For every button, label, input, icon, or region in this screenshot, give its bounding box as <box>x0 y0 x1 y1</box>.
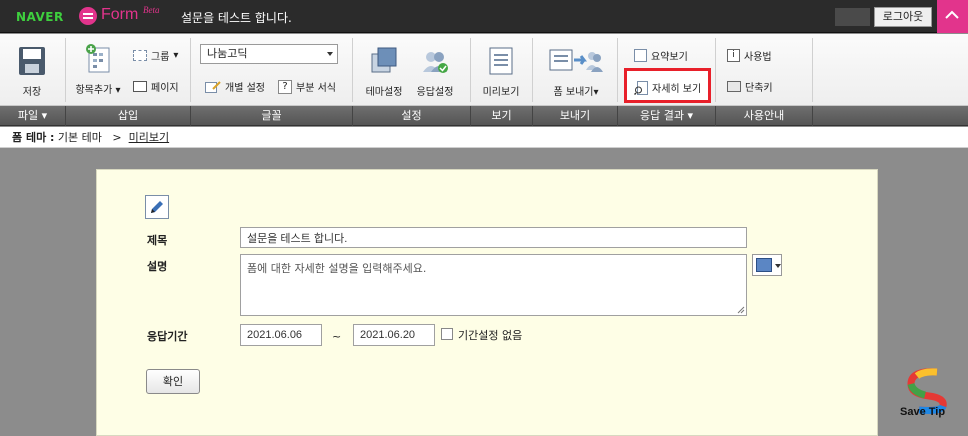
form-logo-text: Form <box>101 6 139 23</box>
collapse-toggle-button[interactable] <box>937 0 968 33</box>
breadcrumb: 폼 테마 : 기본 테마 > 미리보기 <box>0 127 968 148</box>
resize-grip-icon[interactable] <box>737 306 745 314</box>
ribbon-section-bar: 파일 ▾ 삽입 글꼴 설정 보기 보내기 응답 결과 ▾ 사용안내 <box>0 106 968 126</box>
usage-button[interactable]: i 사용법 <box>727 48 772 63</box>
end-date-input[interactable] <box>353 324 435 346</box>
top-bar: NAVER Form Beta 설문을 테스트 합니다. 로그아웃 <box>0 0 968 33</box>
summary-view-label: 요약보기 <box>651 52 688 63</box>
send-form-label: 폼 보내기▾ <box>553 87 599 98</box>
breadcrumb-preview-link[interactable]: 미리보기 <box>129 131 169 144</box>
chevron-up-icon <box>945 10 959 19</box>
edit-button[interactable] <box>145 195 169 219</box>
no-period-checkbox[interactable] <box>441 328 453 340</box>
theme-setting-button[interactable]: 테마설정 <box>362 46 406 98</box>
chevron-down-icon <box>775 264 781 268</box>
magnifier-document-icon <box>634 80 648 95</box>
font-select-value: 나눔고딕 <box>207 47 248 60</box>
section-response-result[interactable]: 응답 결과 ▾ <box>618 106 716 126</box>
response-setting-label: 응답설정 <box>416 87 454 98</box>
partial-format-label: 부분 서식 <box>296 83 336 94</box>
individual-setting-icon <box>205 80 221 93</box>
group-label: 그룹 <box>151 52 170 63</box>
section-file[interactable]: 파일 ▾ <box>0 106 66 126</box>
detail-view-label: 자세히 보기 <box>652 84 702 95</box>
add-item-button[interactable]: 항목추가 ▾ <box>73 44 123 96</box>
page-button[interactable]: 페이지 <box>133 79 179 94</box>
user-name-box <box>835 8 870 26</box>
individual-setting-label: 개별 설정 <box>225 83 265 94</box>
response-setting-button[interactable]: 응답설정 <box>413 46 457 98</box>
group-icon <box>133 50 147 61</box>
group-button[interactable]: 그룹 ▾ <box>133 48 178 63</box>
theme-icon <box>371 47 397 73</box>
save-button[interactable]: 저장 <box>12 46 52 98</box>
help-icon: ? <box>278 79 292 94</box>
no-period-label: 기간설정 없음 <box>458 329 523 342</box>
form-logo-icon <box>79 7 97 25</box>
preview-button[interactable]: 미리보기 <box>478 46 524 98</box>
individual-setting-button[interactable]: 개별 설정 <box>205 79 265 94</box>
summary-view-button[interactable]: 요약보기 <box>634 48 688 63</box>
response-period-label: 응답기간 <box>147 330 188 343</box>
font-select[interactable]: 나눔고딕 <box>200 44 338 64</box>
section-user-guide: 사용안내 <box>716 106 813 126</box>
start-date-input[interactable] <box>240 324 322 346</box>
save-label: 저장 <box>22 87 42 98</box>
partial-format-button[interactable]: ? 부분 서식 <box>278 79 336 94</box>
section-view: 보기 <box>471 106 533 126</box>
summary-view-icon <box>634 49 647 62</box>
title-label: 제목 <box>147 234 168 247</box>
detail-view-button[interactable]: 자세히 보기 <box>634 80 701 95</box>
description-label: 설명 <box>147 260 168 273</box>
document-title: 설문을 테스트 합니다. <box>181 11 292 25</box>
beta-label: Beta <box>143 5 160 15</box>
description-textarea[interactable]: 폼에 대한 자세한 설명을 입력해주세요. <box>240 254 747 316</box>
section-setting: 설정 <box>353 106 471 126</box>
users-check-icon <box>423 52 448 73</box>
shortcut-label: 단축키 <box>745 83 773 94</box>
confirm-button[interactable]: 확인 <box>146 369 200 394</box>
usage-label: 사용법 <box>744 52 772 63</box>
keyboard-icon <box>727 81 741 92</box>
ribbon-toolbar: 저장 항목추가 ▾ 그룹 ▾ 페이지 나눔고딕 개별 설정 ? 부분 서식 테마… <box>0 34 968 106</box>
color-swatch <box>756 258 772 272</box>
title-input[interactable] <box>240 227 747 248</box>
date-range-separator: ~ <box>332 330 342 343</box>
breadcrumb-theme: 기본 테마 <box>57 131 102 144</box>
preview-label: 미리보기 <box>482 87 520 98</box>
description-placeholder: 폼에 대한 자세한 설명을 입력해주세요. <box>247 262 427 275</box>
color-picker-button[interactable] <box>752 254 782 276</box>
theme-setting-label: 테마설정 <box>365 87 403 98</box>
logout-button[interactable]: 로그아웃 <box>874 7 932 27</box>
info-icon: i <box>727 49 740 62</box>
add-item-label: 항목추가 ▾ <box>75 85 121 96</box>
save-tip-logo-icon <box>907 368 947 414</box>
add-item-icon <box>86 44 110 73</box>
section-font: 글꼴 <box>191 106 353 126</box>
save-tip-text: Save Tip <box>900 406 946 418</box>
chevron-down-icon <box>327 52 333 56</box>
breadcrumb-separator: > <box>112 131 122 144</box>
breadcrumb-label: 폼 테마 : <box>12 131 55 144</box>
naver-logo[interactable]: NAVER <box>16 10 64 24</box>
send-form-icon <box>549 49 603 72</box>
shortcut-button[interactable]: 단축키 <box>727 79 773 94</box>
section-send: 보내기 <box>533 106 618 126</box>
page-icon <box>133 81 147 92</box>
preview-icon <box>489 47 513 75</box>
send-form-button[interactable]: 폼 보내기▾ <box>543 46 609 98</box>
pencil-icon <box>151 201 163 213</box>
page-label: 페이지 <box>151 83 179 94</box>
section-insert: 삽입 <box>66 106 191 126</box>
save-icon <box>19 47 45 75</box>
